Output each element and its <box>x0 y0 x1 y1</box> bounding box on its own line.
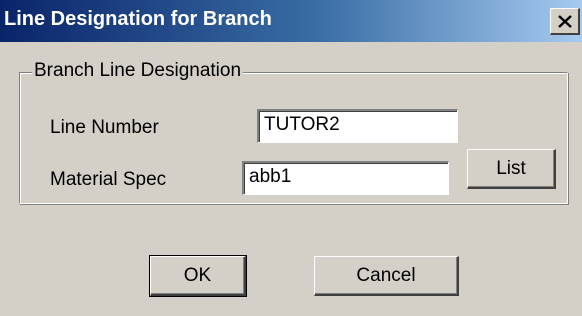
line-number-input[interactable]: TUTOR2 <box>257 109 458 143</box>
material-spec-input[interactable]: abb1 <box>242 161 449 195</box>
ok-button[interactable]: OK <box>149 255 247 297</box>
window-title: Line Designation for Branch <box>4 8 272 30</box>
close-button[interactable] <box>550 8 580 35</box>
close-icon <box>557 14 572 28</box>
line-number-label: Line Number <box>50 117 159 138</box>
line-designation-dialog: Line Designation for Branch Branch Line … <box>0 0 582 316</box>
material-spec-label: Material Spec <box>50 169 167 190</box>
cancel-button[interactable]: Cancel <box>314 256 459 296</box>
group-legend: Branch Line Designation <box>32 60 244 82</box>
title-bar[interactable]: Line Designation for Branch <box>0 0 582 42</box>
list-button[interactable]: List <box>467 149 556 189</box>
